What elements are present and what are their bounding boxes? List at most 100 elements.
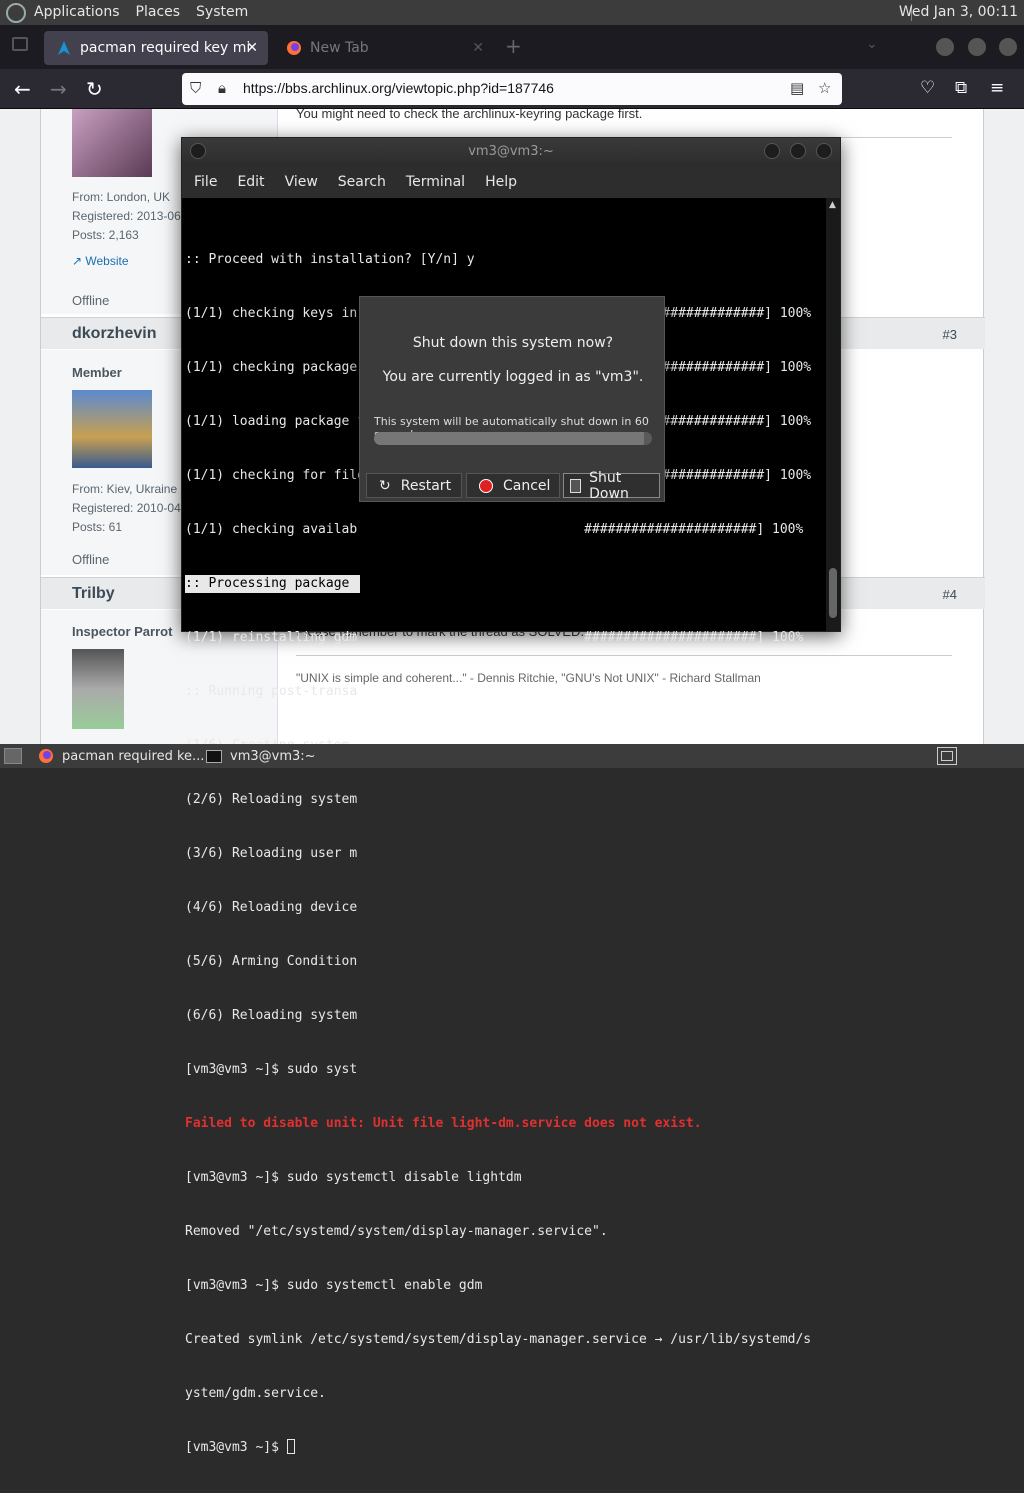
terminal-line: [vm3@vm3 ~]$ sudo systemctl disable ligh…: [185, 1170, 522, 1185]
username-link[interactable]: dkorzhevin: [72, 325, 156, 343]
avatar: [72, 390, 152, 468]
progress-fill: [374, 432, 644, 445]
tab-label: pacman required key missin: [80, 40, 250, 56]
maximize-button[interactable]: [968, 38, 986, 56]
terminal-title: vm3@vm3:~: [468, 144, 554, 159]
menu-terminal[interactable]: Terminal: [406, 174, 465, 190]
menu-help[interactable]: Help: [485, 174, 517, 190]
menu-search[interactable]: Search: [338, 174, 386, 190]
menu-system[interactable]: System: [188, 0, 256, 25]
post-number-link[interactable]: #3: [943, 327, 957, 342]
menu-view[interactable]: View: [285, 174, 318, 190]
countdown-progress-bar: [374, 432, 652, 445]
tab-label: New Tab: [310, 40, 369, 56]
lock-icon[interactable]: 🔒︎: [218, 79, 226, 97]
menu-edit[interactable]: Edit: [237, 174, 264, 190]
terminal-titlebar[interactable]: vm3@vm3:~: [182, 138, 840, 166]
bookmark-star-icon[interactable]: ☆: [818, 79, 831, 97]
cancel-button[interactable]: Cancel: [466, 473, 560, 498]
website-label: Website: [85, 254, 129, 268]
user-rank: Member: [72, 365, 122, 380]
tab-pacman[interactable]: pacman required key missin ✕: [44, 31, 268, 65]
shutdown-icon: [570, 478, 582, 493]
forward-arrow-icon[interactable]: →: [50, 77, 67, 101]
user-status: Offline: [72, 293, 110, 308]
user-status: Offline: [72, 552, 110, 567]
url-text[interactable]: https://bbs.archlinux.org/viewtopic.php?…: [243, 80, 554, 96]
terminal-scrollbar[interactable]: ▲: [826, 198, 840, 631]
taskbar-item-terminal[interactable]: vm3@vm3:~: [206, 746, 316, 766]
shutdown-button[interactable]: Shut Down: [563, 470, 660, 502]
terminal-line: (4/6) Reloading device: [185, 900, 358, 915]
cancel-label: Cancel: [503, 477, 551, 494]
browser-toolbar: ← → ↻ ⛉ 🔒︎ https://bbs.archlinux.org/vie…: [0, 69, 1024, 109]
new-tab-plus-icon[interactable]: +: [505, 34, 522, 58]
clock[interactable]: Wed Jan 3, 00:11: [899, 0, 1018, 25]
show-desktop-icon[interactable]: [4, 748, 22, 764]
close-button[interactable]: [816, 143, 832, 159]
website-link[interactable]: ↗ Website: [72, 254, 129, 268]
workspace-switcher[interactable]: [937, 747, 957, 765]
tab-close-icon[interactable]: ✕: [246, 40, 258, 56]
menu-applications[interactable]: Applications: [26, 0, 128, 25]
menu-places[interactable]: Places: [128, 0, 189, 25]
text-cursor: [286, 1439, 295, 1454]
url-bar[interactable]: ⛉ 🔒︎ https://bbs.archlinux.org/viewtopic…: [182, 73, 842, 105]
arch-favicon-icon: [58, 41, 70, 55]
restart-label: Restart: [400, 477, 452, 494]
terminal-line: (5/6) Arming Condition: [185, 954, 358, 969]
reader-view-icon[interactable]: ▤: [790, 79, 804, 97]
taskbar-label: pacman required ke...: [62, 748, 205, 764]
terminal-line: (3/6) Reloading user m: [185, 846, 358, 861]
tab-list-chevron-icon[interactable]: ⌄: [866, 36, 878, 52]
terminal-icon: [206, 749, 222, 763]
cancel-icon: [479, 478, 493, 493]
post-number-link[interactable]: #4: [943, 587, 957, 602]
terminal-line: (1/1) checking availab #################…: [185, 522, 804, 537]
taskbar-item-firefox[interactable]: pacman required ke...: [38, 746, 204, 766]
restart-button[interactable]: ↻ Restart: [366, 473, 462, 498]
tab-new[interactable]: New Tab ✕: [274, 31, 494, 65]
terminal-line: [vm3@vm3 ~]$ sudo syst: [185, 1062, 358, 1077]
taskbar: pacman required ke... vm3@vm3:~: [0, 744, 1024, 768]
tab-overview-icon[interactable]: [12, 37, 28, 51]
distro-logo-icon[interactable]: [6, 2, 26, 23]
extensions-icon[interactable]: ⧉: [955, 78, 967, 98]
shield-icon[interactable]: ⛉: [190, 79, 201, 97]
minimize-button[interactable]: [764, 143, 780, 159]
terminal-line: Created symlink /etc/systemd/system/disp…: [185, 1332, 812, 1347]
user-registered: Registered: 2010-04: [72, 501, 181, 515]
shutdown-dialog: Shut down this system now? You are curre…: [359, 296, 665, 502]
hamburger-menu-icon[interactable]: ≡: [990, 78, 1004, 98]
scrollbar-thumb[interactable]: [829, 568, 837, 618]
post-text: You might need to check the archlinux-ke…: [296, 106, 643, 121]
reload-icon[interactable]: ↻: [86, 77, 103, 101]
maximize-button[interactable]: [790, 143, 806, 159]
terminal-line: :: Proceed with installation? [Y/n] y: [185, 252, 475, 267]
user-registered: Registered: 2013-06: [72, 209, 181, 223]
window-menu-button[interactable]: [190, 143, 206, 159]
user-from: From: London, UK: [72, 190, 171, 204]
scroll-up-arrow-icon[interactable]: ▲: [829, 200, 836, 210]
username-link[interactable]: Trilby: [72, 585, 115, 603]
terminal-line: (2/6) Reloading system: [185, 792, 358, 807]
menu-file[interactable]: File: [194, 174, 217, 190]
user-from: From: Kiev, Ukraine: [72, 482, 178, 496]
terminal-line: Removed "/etc/systemd/system/display-man…: [185, 1224, 608, 1239]
firefox-favicon-icon: [287, 41, 301, 55]
pocket-icon[interactable]: ♡: [920, 78, 935, 98]
taskbar-label: vm3@vm3:~: [230, 748, 316, 764]
terminal-line: (1/1) reinstalling gdm #################…: [185, 630, 804, 645]
terminal-prompt-line: [vm3@vm3 ~]$: [185, 1439, 825, 1457]
terminal-line: (6/6) Reloading system: [185, 1008, 358, 1023]
terminal-line: :: Running post-transa: [185, 684, 358, 699]
minimize-button[interactable]: [936, 38, 954, 56]
back-arrow-icon[interactable]: ←: [14, 77, 31, 101]
firefox-icon: [39, 749, 53, 763]
dialog-logged-in: You are currently logged in as "vm3".: [382, 369, 644, 385]
restart-icon: ↻: [379, 477, 391, 494]
user-rank: Inspector Parrot: [72, 624, 173, 639]
close-window-button[interactable]: [999, 38, 1017, 56]
tab-close-icon[interactable]: ✕: [472, 40, 484, 56]
terminal-line-selected: :: Processing package: [185, 575, 360, 593]
